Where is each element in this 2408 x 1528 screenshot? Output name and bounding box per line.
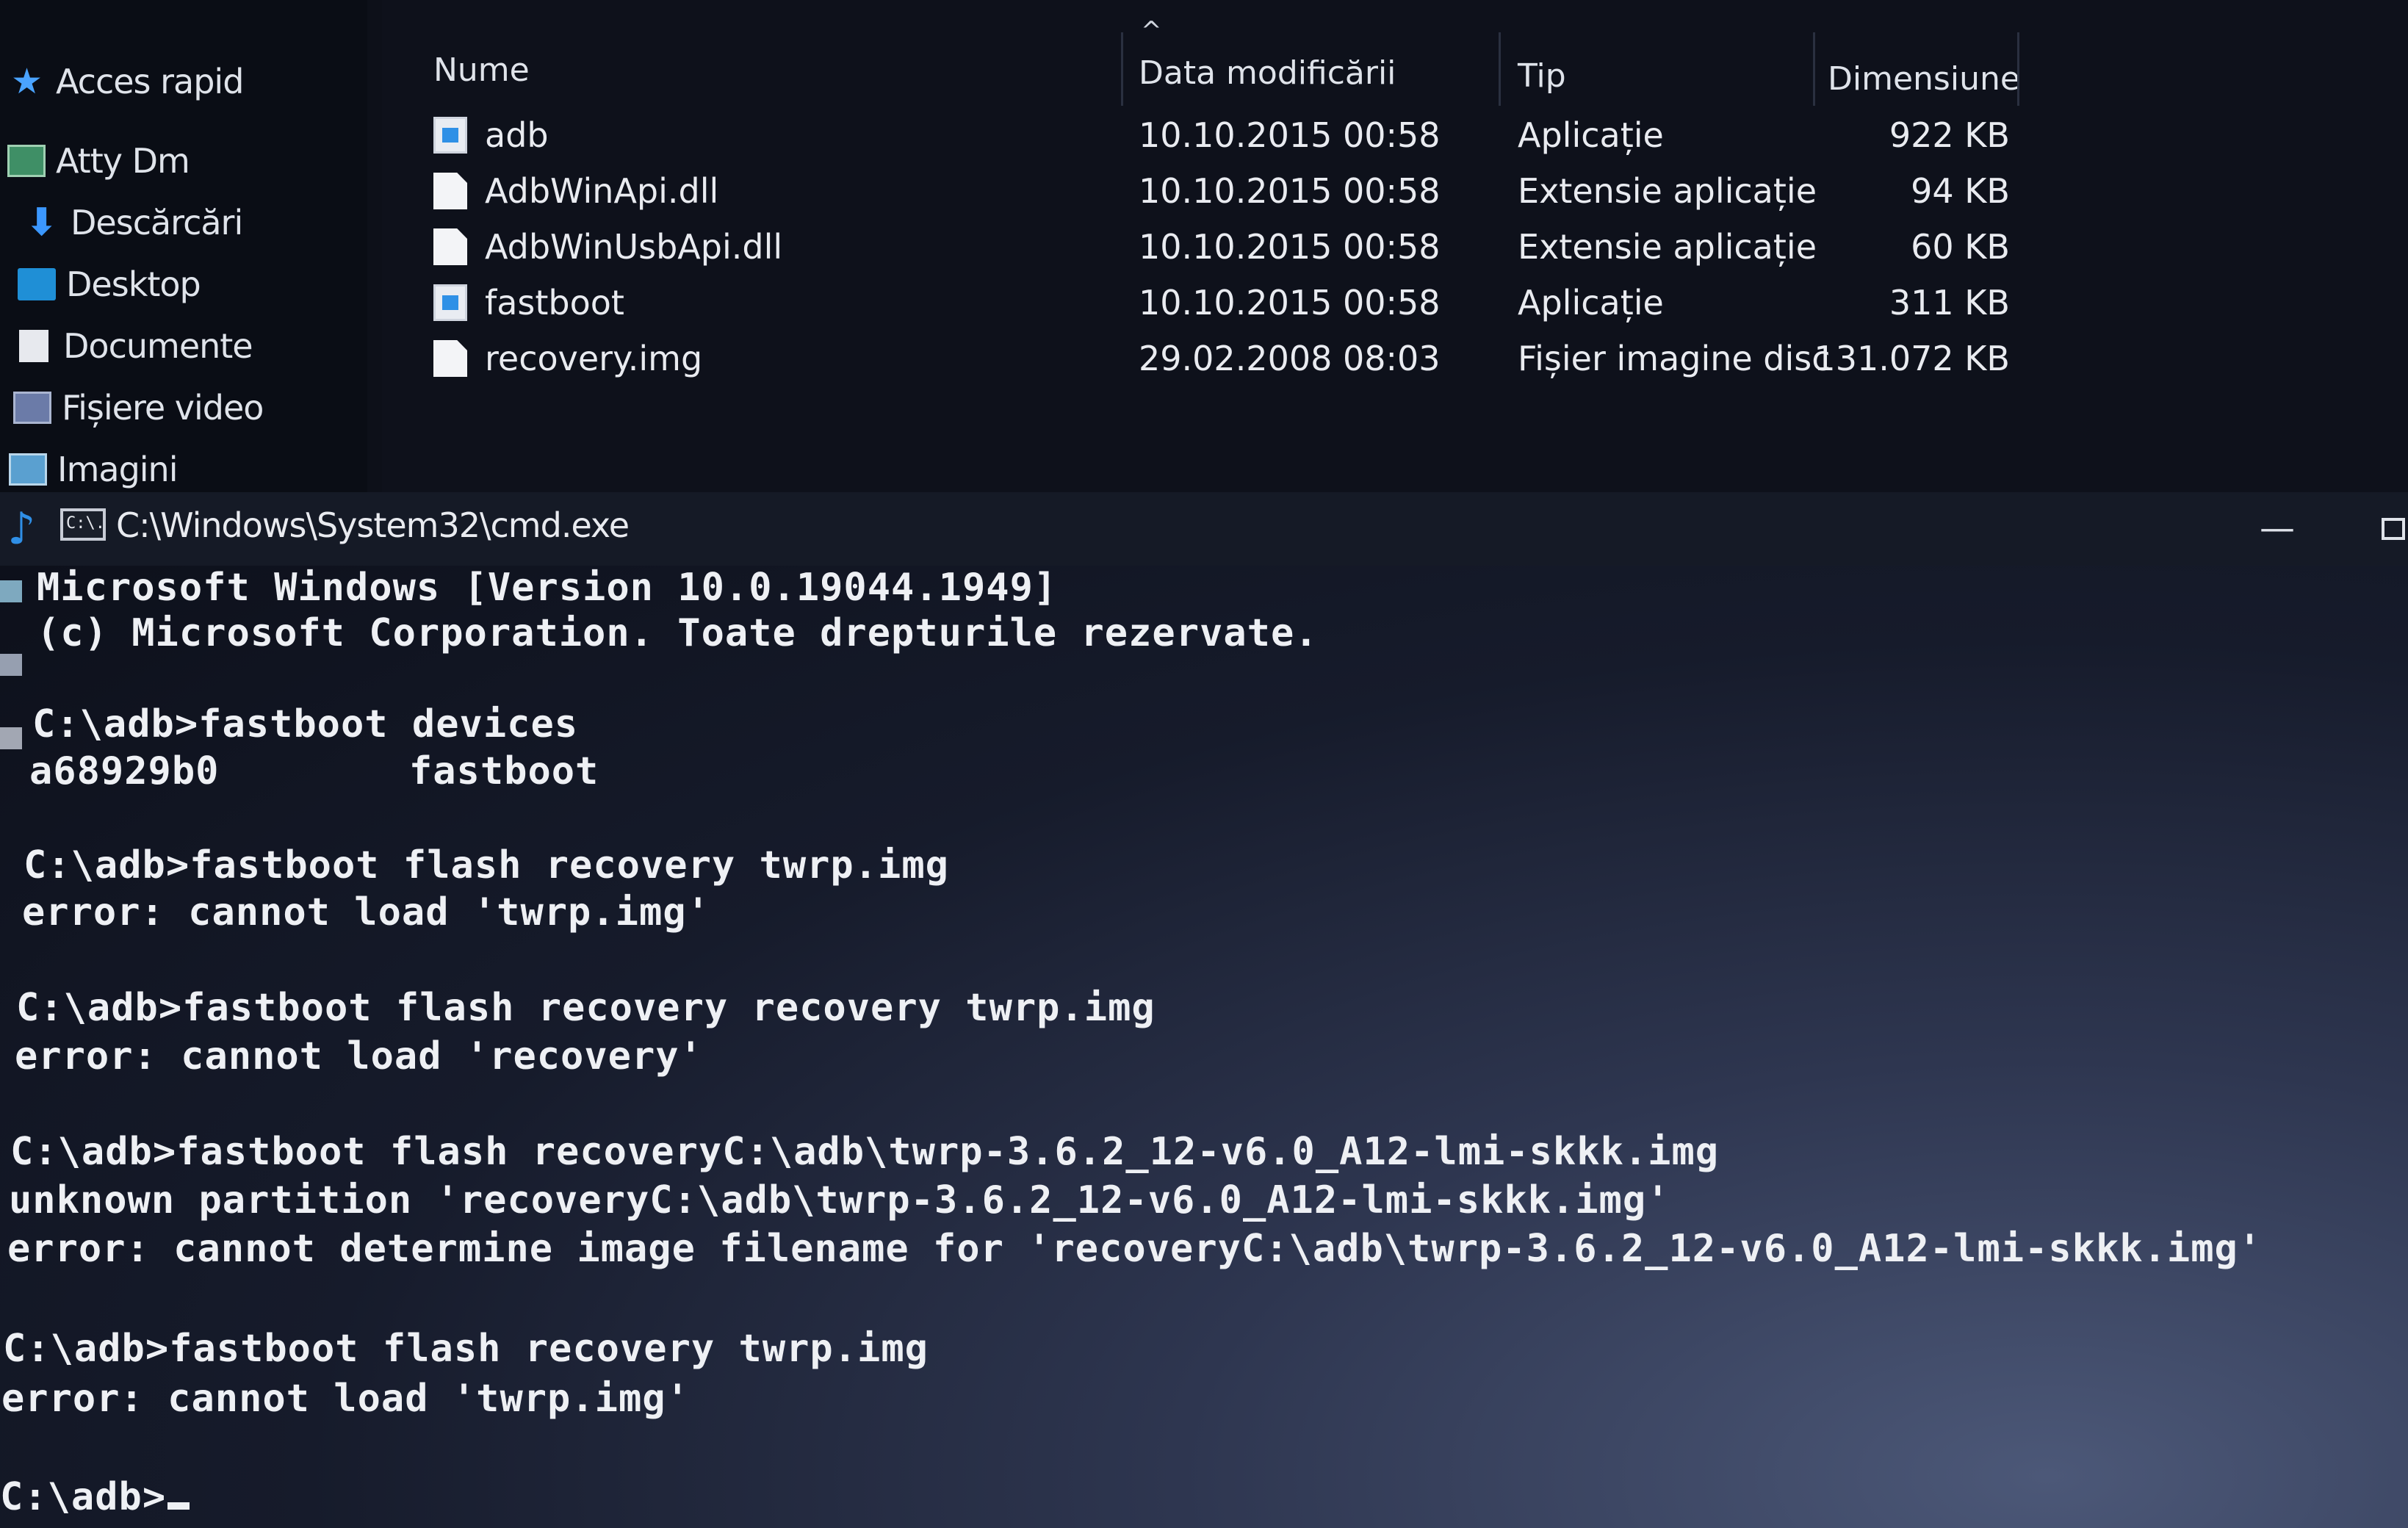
nav-item-label: Acces rapid (56, 62, 244, 101)
column-header-label: Nume (433, 51, 530, 89)
console-line: C:\adb>fastboot flash recovery twrp.img (24, 843, 949, 887)
file-type: Extensie aplicație (1518, 227, 1817, 267)
file-date: 29.02.2008 08:03 (1139, 339, 1441, 378)
file-date: 10.10.2015 00:58 (1139, 171, 1441, 211)
minimize-button[interactable]: — (2248, 502, 2307, 554)
file-date: 10.10.2015 00:58 (1139, 115, 1441, 155)
file-icon (433, 173, 467, 209)
file-name: AdbWinUsbApi.dll (485, 227, 783, 267)
file-size: 922 KB (1889, 115, 2010, 155)
file-name: adb (485, 115, 549, 155)
console-line: error: cannot determine image filename f… (7, 1227, 2263, 1271)
side-window-icon (0, 580, 22, 602)
console-line: C:\adb>fastboot flash recovery recovery … (16, 986, 1156, 1030)
nav-item-desktop[interactable]: Desktop (18, 259, 201, 310)
file-icon (433, 228, 467, 265)
console-line: (c) Microsoft Corporation. Toate dreptur… (37, 611, 1319, 655)
document-icon (19, 330, 48, 362)
file-size: 131.072 KB (1814, 339, 2010, 378)
nav-item-label: Atty Dm (56, 141, 190, 181)
nav-item-videos[interactable]: Fișiere video (13, 382, 264, 433)
application-icon (433, 284, 467, 321)
file-type: Aplicație (1518, 115, 1664, 155)
file-date: 10.10.2015 00:58 (1139, 283, 1441, 322)
side-window-icon (0, 654, 22, 676)
nav-item-label: Imagini (57, 450, 178, 489)
side-window-icon (0, 727, 22, 749)
column-divider[interactable] (2017, 32, 2019, 106)
music-note-icon: ♪ (7, 503, 36, 555)
download-icon: ⬇ (25, 201, 58, 245)
minimize-icon: — (2260, 508, 2295, 549)
desktop-icon (18, 268, 56, 300)
file-size: 94 KB (1911, 171, 2010, 211)
navigation-pane: ★ Acces rapid Atty Dm ⬇ Descărcări Deskt… (0, 0, 367, 492)
cmd-titlebar[interactable]: ♪ C:\. C:\Windows\System32\cmd.exe — (0, 492, 2408, 566)
console-line: Microsoft Windows [Version 10.0.19044.19… (37, 566, 1058, 610)
nav-item-images[interactable]: Imagini (9, 444, 178, 495)
file-type: Fișier imagine disc (1518, 339, 1831, 378)
nav-item-quick-access[interactable]: ★ Acces rapid (7, 56, 244, 107)
cmd-window-title: C:\Windows\System32\cmd.exe (116, 505, 630, 545)
console-line: error: cannot load 'recovery' (15, 1034, 703, 1078)
video-icon (13, 392, 51, 424)
image-icon (9, 453, 47, 486)
nav-item-documents[interactable]: Documente (15, 320, 253, 372)
column-header-label: Tip (1518, 57, 1566, 95)
nav-item-label: Descărcări (71, 203, 243, 242)
file-date: 10.10.2015 00:58 (1139, 227, 1441, 267)
console-line: error: cannot load 'twrp.img' (22, 890, 710, 934)
nav-item-label: Desktop (66, 264, 201, 304)
star-icon: ★ (10, 61, 43, 102)
console-line: C:\adb>fastboot devices (32, 702, 579, 746)
file-row[interactable]: fastboot 10.10.2015 00:58 Aplicație 311 … (382, 275, 2010, 331)
console-line: C:\adb>fastboot flash recovery twrp.img (3, 1327, 929, 1371)
file-row[interactable]: recovery.img 29.02.2008 08:03 Fișier ima… (382, 331, 2010, 386)
column-header-label: Data modificării (1139, 54, 1396, 92)
file-type: Aplicație (1518, 283, 1664, 322)
column-header-type[interactable]: Tip (1518, 35, 1566, 116)
column-header-date[interactable]: Data modificării (1139, 32, 1396, 113)
nav-item-user-folder[interactable]: Atty Dm (7, 135, 190, 187)
nav-item-label: Fișiere video (62, 388, 264, 428)
file-size: 311 KB (1889, 283, 2010, 322)
file-row[interactable]: AdbWinUsbApi.dll 10.10.2015 00:58 Extens… (382, 219, 2010, 275)
nav-item-label: Documente (63, 326, 253, 366)
column-divider[interactable] (1499, 32, 1501, 106)
maximize-icon (2382, 518, 2405, 540)
text-cursor (167, 1502, 190, 1510)
nav-item-downloads[interactable]: ⬇ Descărcări (22, 197, 244, 248)
file-size: 60 KB (1911, 227, 2010, 267)
column-header-label: Dimensiune (1828, 60, 2020, 98)
file-name: recovery.img (485, 339, 703, 378)
console-line: unknown partition 'recoveryC:\adb\twrp-3… (9, 1178, 1670, 1222)
file-row[interactable]: adb 10.10.2015 00:58 Aplicație 922 KB (382, 107, 2010, 163)
application-icon (433, 117, 467, 154)
command-prompt-window[interactable]: ♪ C:\. C:\Windows\System32\cmd.exe — Mic… (0, 492, 2408, 1528)
cmd-app-icon: C:\. (60, 508, 106, 541)
file-name: AdbWinApi.dll (485, 171, 719, 211)
column-header-name[interactable]: Nume (433, 29, 530, 110)
cmd-console-output[interactable]: Microsoft Windows [Version 10.0.19044.19… (0, 566, 2408, 1528)
console-line: error: cannot load 'twrp.img' (1, 1377, 690, 1421)
file-list-pane: ^ Nume Data modificării Tip Dimensiune a… (382, 0, 2408, 492)
file-explorer-window: ★ Acces rapid Atty Dm ⬇ Descărcări Deskt… (0, 0, 2408, 492)
user-folder-icon (7, 145, 46, 177)
console-line: C:\adb>fastboot flash recoveryC:\adb\twr… (10, 1130, 1720, 1174)
file-row[interactable]: AdbWinApi.dll 10.10.2015 00:58 Extensie … (382, 163, 2010, 219)
maximize-button[interactable] (2364, 502, 2408, 554)
file-icon (433, 340, 467, 377)
file-type: Extensie aplicație (1518, 171, 1817, 211)
column-divider[interactable] (1121, 32, 1123, 106)
file-name: fastboot (485, 283, 624, 322)
console-line: a68929b0 fastboot (29, 749, 599, 793)
console-prompt: C:\adb> (0, 1475, 167, 1519)
console-prompt-line[interactable]: C:\adb> (0, 1475, 190, 1519)
column-divider[interactable] (1813, 32, 1815, 106)
